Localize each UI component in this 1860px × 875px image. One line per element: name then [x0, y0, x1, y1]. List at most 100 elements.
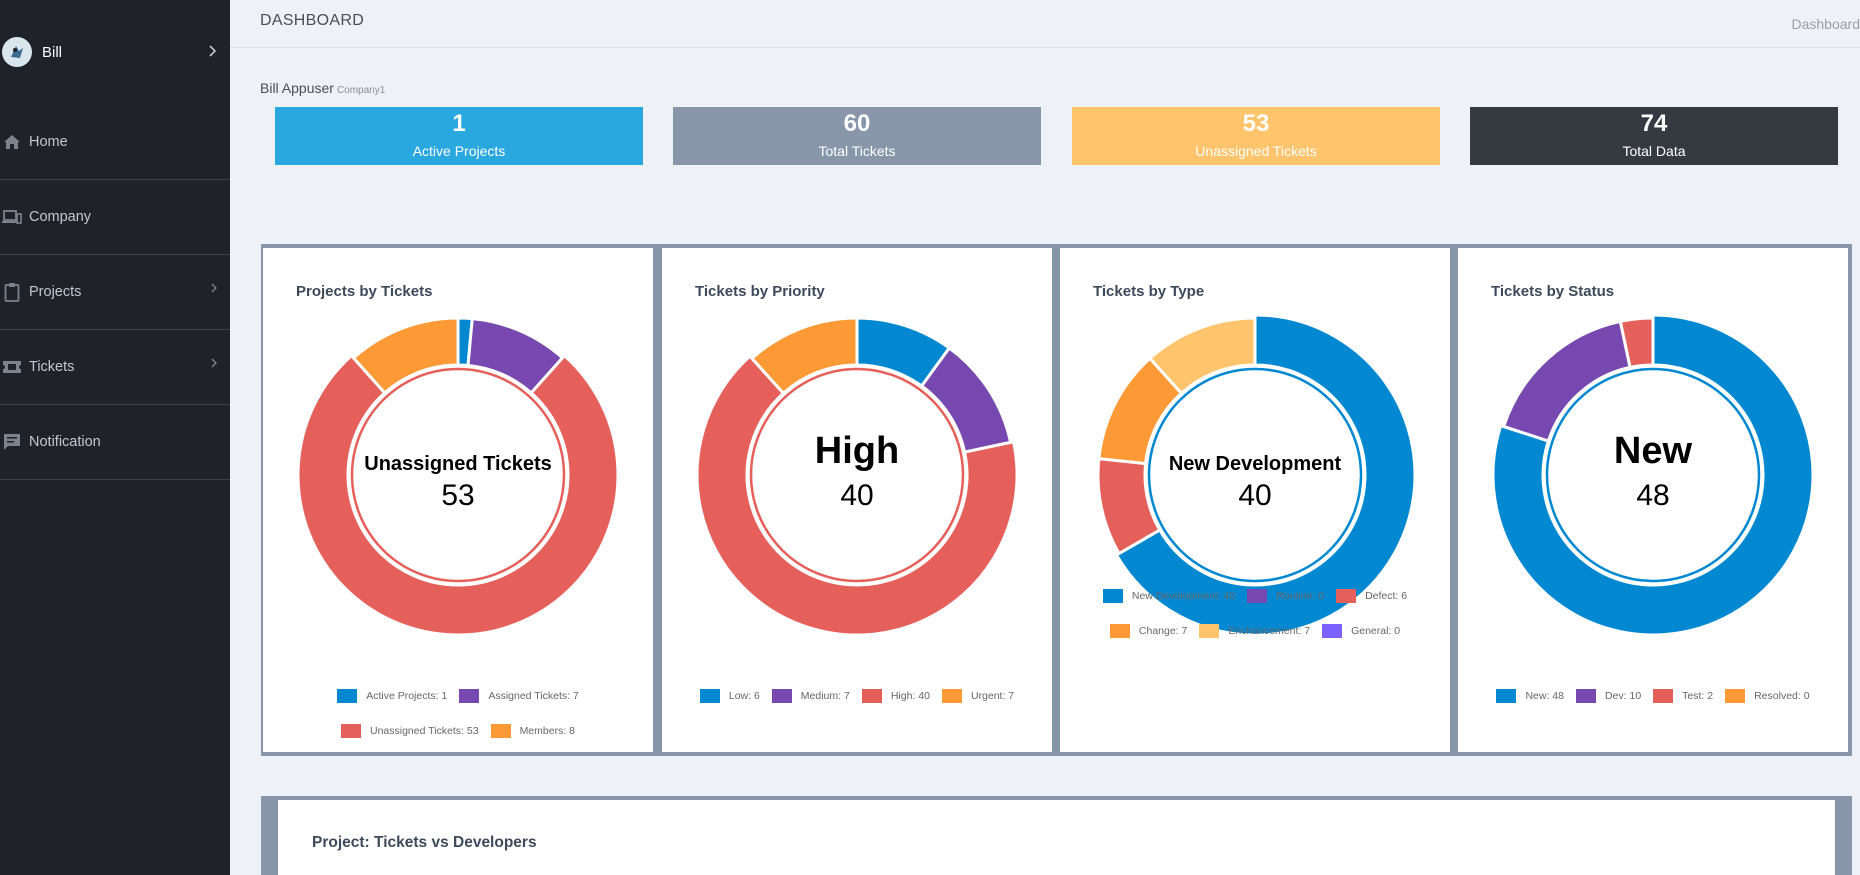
- sidebar-item-notification[interactable]: Notification: [0, 405, 230, 480]
- legend-label: New Development: 40: [1131, 590, 1236, 602]
- chart-card-projects-by-tickets: Projects by Tickets Unassigned Tickets 53 A…: [263, 248, 653, 752]
- legend-swatch: [1247, 589, 1268, 604]
- page-title: DASHBOARD: [260, 12, 365, 29]
- legend-swatch: [341, 724, 361, 739]
- legend-label: New: 48: [1525, 690, 1564, 702]
- stat-value: 60: [843, 110, 871, 137]
- legend-item[interactable]: Members: 8: [490, 714, 575, 749]
- legend-label: General: 0: [1351, 625, 1401, 637]
- legend-swatch: [1653, 689, 1674, 704]
- chart-title: Tickets by Status: [1491, 283, 1615, 300]
- chevron-right-icon[interactable]: [210, 282, 218, 298]
- stat-value: 53: [1242, 110, 1270, 137]
- owner-name: Bill Appuser: [260, 80, 334, 96]
- sidebar-item-company[interactable]: Company: [0, 180, 230, 255]
- user-panel[interactable]: Bill: [0, 0, 230, 104]
- legend-item[interactable]: Medium: 7: [771, 679, 850, 714]
- donut-chart[interactable]: High 40: [662, 310, 1052, 650]
- sidebar-item-projects[interactable]: Projects: [0, 255, 230, 330]
- legend-label: Routine: 0: [1276, 590, 1325, 602]
- legend-label: High: 40: [890, 690, 930, 702]
- legend-item[interactable]: Unassigned Tickets: 53: [341, 714, 479, 749]
- legend-label: Medium: 7: [800, 690, 850, 702]
- legend-item[interactable]: Low: 6: [699, 679, 760, 714]
- legend-item[interactable]: Change: 7: [1109, 614, 1187, 649]
- stat-value: 74: [1640, 110, 1668, 137]
- stat-card-total-data[interactable]: 74 Total Data: [1470, 107, 1838, 165]
- legend-item[interactable]: Dev: 10: [1575, 679, 1642, 714]
- chart-title: Projects by Tickets: [296, 283, 433, 300]
- donut-center-value: 40: [1238, 479, 1271, 512]
- legend-item[interactable]: Urgent: 7: [941, 679, 1015, 714]
- sidebar-item-label: Tickets: [29, 359, 75, 375]
- legend-item[interactable]: High: 40: [861, 679, 930, 714]
- legend-swatch: [337, 689, 358, 704]
- donut-center-label: High: [815, 430, 899, 472]
- legend-item[interactable]: New: 48: [1496, 679, 1564, 714]
- legend-label: Active Projects: 1: [366, 690, 448, 702]
- owner-info: Bill Appuser Company1: [260, 80, 385, 96]
- legend-item[interactable]: Test: 2: [1653, 679, 1713, 714]
- donut-center-label: Unassigned Tickets: [364, 453, 551, 475]
- tickets-vs-developers-card: Project: Tickets vs Developers: [278, 800, 1835, 875]
- legend-item[interactable]: Routine: 0: [1247, 579, 1324, 614]
- legend-swatch: [1496, 689, 1517, 704]
- legend-item[interactable]: Defect: 6: [1336, 579, 1407, 614]
- owner-company: Company1: [336, 85, 386, 96]
- donut-center-value: 48: [1636, 479, 1669, 512]
- user-name: Bill: [42, 43, 63, 61]
- legend-swatch: [1336, 589, 1357, 604]
- legend-swatch: [1199, 624, 1220, 639]
- sidebar-item-label: Notification: [29, 434, 101, 450]
- legend-swatch: [1102, 589, 1123, 604]
- chart-legend: New: 48 Dev: 10 Test: 2 Resolved: 0: [1468, 679, 1838, 714]
- top-bar: DASHBOARD Dashboard: [230, 0, 1860, 48]
- donut-inner-ring: [350, 367, 566, 583]
- donut-center-value: 40: [840, 479, 873, 512]
- donut-chart[interactable]: New 48: [1458, 310, 1848, 650]
- charts-panel: Projects by Tickets Unassigned Tickets 53 A…: [261, 244, 1852, 756]
- ticket-icon: [1, 356, 23, 378]
- donut-center-label: New Development: [1169, 453, 1342, 475]
- legend-label: Assigned Tickets: 7: [488, 690, 579, 702]
- legend-label: Test: 2: [1682, 690, 1714, 702]
- legend-item[interactable]: Active Projects: 1: [337, 679, 447, 714]
- legend-swatch: [1322, 624, 1343, 639]
- legend-label: Low: 6: [728, 690, 760, 702]
- chart-legend: Low: 6 Medium: 7 High: 40 Urgent: 7: [672, 679, 1042, 714]
- legend-swatch: [1575, 689, 1596, 704]
- chart-title: Tickets by Priority: [695, 283, 825, 300]
- donut-center-label: New: [1614, 430, 1693, 472]
- breadcrumb[interactable]: Dashboard: [1792, 16, 1860, 32]
- sidebar-item-tickets[interactable]: Tickets: [0, 330, 230, 405]
- legend-swatch: [941, 689, 962, 704]
- chevron-right-icon[interactable]: [210, 357, 218, 373]
- chart-legend: Active Projects: 1 Assigned Tickets: 7 Una…: [273, 679, 643, 749]
- stat-card-total-tickets[interactable]: 60 Total Tickets: [673, 107, 1041, 165]
- legend-item[interactable]: New Development: 40: [1102, 579, 1236, 614]
- legend-item[interactable]: General: 0: [1322, 614, 1400, 649]
- stat-card-active-projects[interactable]: 1 Active Projects: [275, 107, 643, 165]
- legend-label: Dev: 10: [1604, 690, 1642, 702]
- legend-label: Urgent: 7: [970, 690, 1015, 702]
- legend-item[interactable]: Assigned Tickets: 7: [459, 679, 579, 714]
- legend-item[interactable]: Resolved: 0: [1725, 679, 1810, 714]
- donut-chart[interactable]: Unassigned Tickets 53: [263, 310, 653, 650]
- donut-inner-ring: [1147, 367, 1363, 583]
- home-icon: [1, 131, 23, 153]
- message-icon: [1, 431, 23, 453]
- chart-card-tickets-by-priority: Tickets by Priority High 40 Low: 6 Medium: 7…: [662, 248, 1052, 752]
- chart-card-tickets-by-status: Tickets by Status New 48 New: 48 Dev: 10 Test…: [1458, 248, 1848, 752]
- sidebar-item-label: Home: [29, 134, 68, 150]
- donut-inner-ring: [749, 367, 965, 583]
- legend-swatch: [771, 689, 792, 704]
- sidebar-item-home[interactable]: Home: [0, 105, 230, 180]
- stat-value: 1: [452, 110, 466, 137]
- chart-title: Tickets by Type: [1093, 283, 1205, 300]
- chevron-right-icon[interactable]: [208, 44, 218, 63]
- legend-swatch: [1725, 689, 1746, 704]
- stat-label: Unassigned Tickets: [1195, 143, 1317, 159]
- stat-card-unassigned-tickets[interactable]: 53 Unassigned Tickets: [1072, 107, 1440, 165]
- legend-label: Resolved: 0: [1754, 690, 1810, 702]
- legend-item[interactable]: Enchancement: 7: [1199, 614, 1310, 649]
